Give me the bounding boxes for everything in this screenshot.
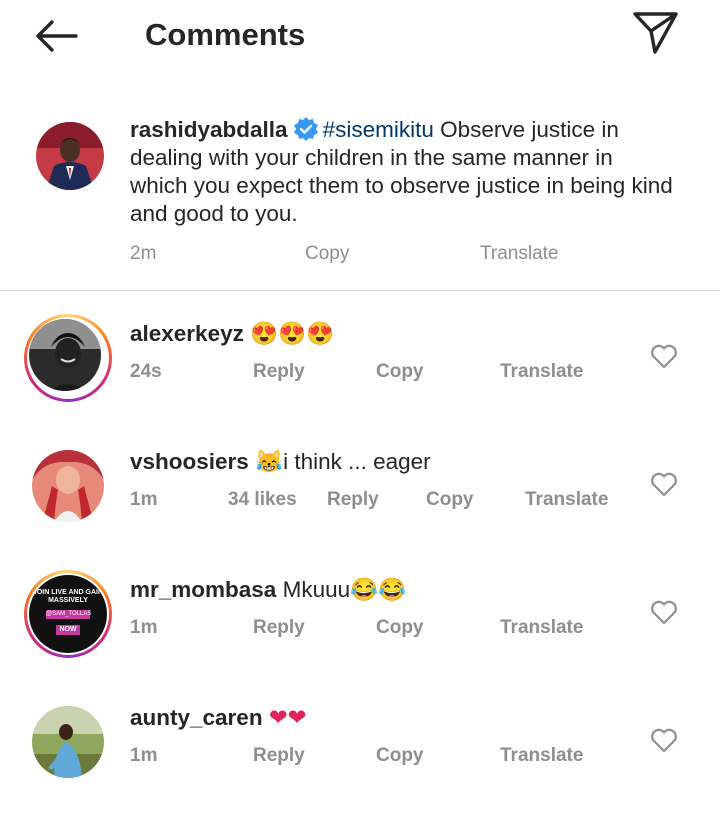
back-button[interactable]: [28, 14, 84, 58]
comment-text: aunty_caren ❤❤: [130, 704, 307, 732]
likes-count[interactable]: 34 likes: [228, 489, 297, 511]
comment-text: mr_mombasa Mkuuu😂😂: [130, 576, 406, 604]
avatar-promo-handle: @SAM_TOLLAS: [46, 610, 92, 619]
caption-text: rashidyabdalla #sisemikitu Observe justic…: [130, 116, 675, 228]
copy-button[interactable]: Copy: [376, 617, 424, 639]
header: Comments: [0, 0, 720, 80]
avatar-image: [36, 122, 104, 190]
story-ring[interactable]: [24, 314, 112, 402]
comment-item: JOIN LIVE AND GAIN MASSIVELY @SAM_TOLLAS…: [0, 556, 720, 684]
avatar-promo-line2: MASSIVELY: [48, 597, 88, 604]
comment-time: 1m: [130, 617, 158, 638]
comment-time: 24s: [130, 361, 162, 382]
reply-button[interactable]: Reply: [253, 361, 305, 383]
translate-button[interactable]: Translate: [525, 489, 608, 511]
avatar[interactable]: [32, 706, 104, 778]
avatar: [29, 319, 101, 391]
translate-button[interactable]: Translate: [500, 745, 583, 767]
avatar-image: [29, 319, 101, 391]
caption-username[interactable]: rashidyabdalla: [130, 117, 288, 142]
caption-copy-button[interactable]: Copy: [305, 243, 349, 265]
page-title: Comments: [145, 17, 306, 52]
copy-button[interactable]: Copy: [426, 489, 474, 511]
comment-username[interactable]: aunty_caren: [130, 705, 263, 730]
comment-time: 1m: [130, 745, 158, 766]
hashtag-link[interactable]: #sisemikitu: [323, 117, 434, 142]
caption-translate-button[interactable]: Translate: [480, 243, 559, 265]
avatar[interactable]: [36, 122, 104, 190]
share-button[interactable]: [628, 10, 684, 56]
reply-button[interactable]: Reply: [253, 617, 305, 639]
paper-plane-icon: [633, 12, 678, 54]
comment-item: vshoosiers 😹i think ... eager 1m 34 like…: [0, 428, 720, 556]
comment-item: aunty_caren ❤❤ 1m Reply Copy Translate: [0, 684, 720, 812]
like-heart-icon[interactable]: [650, 599, 678, 625]
comment-text: alexerkeyz 😍😍😍: [130, 320, 334, 348]
reply-button[interactable]: Reply: [327, 489, 379, 511]
avatar[interactable]: [32, 450, 104, 522]
reply-button[interactable]: Reply: [253, 745, 305, 767]
like-heart-icon[interactable]: [650, 343, 678, 369]
avatar-promo-now: NOW: [56, 625, 80, 635]
comment-body: ❤❤: [268, 705, 307, 730]
avatar-image: [32, 450, 104, 522]
post-caption: rashidyabdalla #sisemikitu Observe justic…: [0, 110, 720, 290]
comment-body: Mkuuu😂😂: [282, 577, 407, 602]
comment-body: 😹i think ... eager: [255, 449, 431, 474]
avatar-image: [32, 706, 104, 778]
story-ring[interactable]: JOIN LIVE AND GAIN MASSIVELY @SAM_TOLLAS…: [24, 570, 112, 658]
back-arrow-icon: [36, 20, 78, 52]
verified-badge-icon: [293, 117, 318, 141]
like-heart-icon[interactable]: [650, 727, 678, 753]
translate-button[interactable]: Translate: [500, 361, 583, 383]
comment-username[interactable]: mr_mombasa: [130, 577, 276, 602]
copy-button[interactable]: Copy: [376, 361, 424, 383]
copy-button[interactable]: Copy: [376, 745, 424, 767]
comment-time: 1m: [130, 489, 158, 510]
translate-button[interactable]: Translate: [500, 617, 583, 639]
caption-time: 2m: [130, 243, 157, 264]
comment-text: vshoosiers 😹i think ... eager: [130, 448, 431, 476]
divider: [0, 290, 720, 291]
comment-body: 😍😍😍: [250, 321, 335, 346]
avatar-promo-line1: JOIN LIVE AND GAIN: [32, 589, 104, 596]
avatar: JOIN LIVE AND GAIN MASSIVELY @SAM_TOLLAS…: [29, 575, 107, 653]
comment-username[interactable]: vshoosiers: [130, 449, 249, 474]
comment-item: alexerkeyz 😍😍😍 24s Reply Copy Translate: [0, 300, 720, 428]
like-heart-icon[interactable]: [650, 471, 678, 497]
comment-username[interactable]: alexerkeyz: [130, 321, 244, 346]
